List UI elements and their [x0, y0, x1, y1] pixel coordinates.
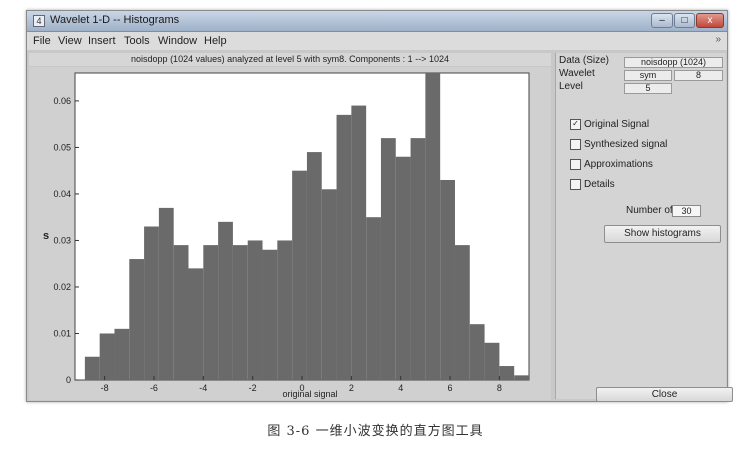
histogram-bar [218, 221, 233, 380]
close-window-button[interactable]: x [696, 13, 724, 28]
histogram-bar [484, 342, 500, 380]
wavelet-family-field[interactable]: sym [624, 70, 672, 81]
checkbox-approximations[interactable]: Approximations [570, 159, 653, 173]
show-histograms-button[interactable]: Show histograms [604, 225, 721, 243]
close-button[interactable]: Close [596, 387, 733, 402]
histogram-bar [351, 105, 367, 380]
title-bar[interactable]: 4 Wavelet 1-D -- Histograms – □ x [27, 11, 727, 32]
menu-insert[interactable]: Insert [88, 35, 116, 47]
histogram-bar [395, 156, 411, 380]
histogram-bar [306, 152, 322, 380]
histogram-chart: -8 -6 -4 -2 0 2 4 6 8 00.010.020.030.040.050.06 … [43, 72, 530, 393]
histogram-bar [84, 356, 100, 380]
histogram-bar [277, 240, 293, 380]
histogram-bar [188, 268, 204, 380]
histogram-bar [158, 207, 174, 380]
histogram-bar [173, 245, 189, 380]
menu-help[interactable]: Help [204, 35, 227, 47]
data-size-label: Data (Size) [559, 55, 610, 66]
x-tick-label: 8 [497, 383, 502, 393]
histogram-bar [514, 375, 529, 380]
figure-caption: 图 3-6 一维小波变换的直方图工具 [267, 424, 484, 439]
x-tick-label: -6 [150, 383, 158, 393]
wavelet-label: Wavelet [559, 68, 595, 79]
checkbox-approximations-label: Approximations [584, 159, 653, 170]
minimize-button[interactable]: – [651, 13, 673, 28]
window-title: Wavelet 1-D -- Histograms [50, 14, 180, 26]
y-tick-label: 0.04 [53, 189, 71, 199]
checkbox-original-signal-box[interactable]: ✓ [570, 119, 581, 130]
y-tick-label: 0.06 [53, 96, 71, 106]
menu-view[interactable]: View [58, 35, 82, 47]
checkbox-synthesized-signal[interactable]: Synthesized signal [570, 139, 667, 153]
menu-tools[interactable]: Tools [124, 35, 150, 47]
histogram-bar [336, 114, 352, 380]
histogram-bar [232, 245, 248, 380]
level-field[interactable]: 5 [624, 83, 672, 94]
histogram-bar [262, 249, 278, 380]
checkbox-synthesized-signal-box[interactable] [570, 139, 581, 150]
data-size-value: noisdopp (1024) [624, 57, 723, 68]
checkbox-details-box[interactable] [570, 179, 581, 190]
level-label: Level [559, 81, 583, 92]
x-tick-label: 6 [448, 383, 453, 393]
number-of-bins-input[interactable]: 30 [672, 205, 701, 217]
menu-overflow-icon[interactable]: » [715, 34, 721, 45]
histogram-bar [380, 138, 396, 380]
y-tick-label: 0.02 [53, 282, 71, 292]
histogram-bar [469, 324, 485, 380]
y-tick-label: 0.03 [53, 235, 71, 245]
histogram-bar [321, 189, 337, 380]
menu-window[interactable]: Window [158, 35, 197, 47]
menu-bar: File View Insert Tools Window Help » [27, 32, 727, 50]
checkbox-approximations-box[interactable] [570, 159, 581, 170]
histogram-plot: -8 -6 -4 -2 0 2 4 6 8 0 0.01 0.02 0.03 0.04 0.05 0.06 … [29, 67, 551, 400]
checkbox-synthesized-signal-label: Synthesized signal [584, 139, 668, 150]
x-tick-label: -4 [199, 383, 207, 393]
histogram-bar [410, 138, 426, 380]
histogram-bar [99, 333, 115, 380]
y-tick-label: 0 [66, 375, 71, 385]
checkbox-original-signal-label: Original Signal [584, 119, 650, 130]
histogram-bar [144, 226, 159, 380]
histogram-bar [292, 170, 307, 380]
number-of-bins-label: Number of [626, 205, 673, 216]
x-axis-label: original signal [282, 389, 338, 399]
analysis-info-header: noisdopp (1024 values) analyzed at level… [29, 53, 551, 66]
checkbox-details-label: Details [584, 179, 615, 190]
checkbox-details[interactable]: Details [570, 179, 615, 193]
control-panel: Data (Size) noisdopp (1024) Wavelet sym … [555, 53, 733, 402]
histogram-bar [366, 217, 381, 380]
histogram-bar [114, 328, 130, 380]
y-axis-label: s [43, 230, 49, 242]
wavelet-histogram-window: 4 Wavelet 1-D -- Histograms – □ x File V… [26, 10, 733, 402]
wavelet-order-field[interactable]: 8 [674, 70, 723, 81]
menu-file[interactable]: File [33, 35, 51, 47]
histogram-bar [129, 259, 145, 380]
histogram-bar [247, 240, 263, 380]
histogram-bar [454, 245, 470, 380]
histogram-bar [203, 245, 219, 380]
checkbox-original-signal[interactable]: ✓ Original Signal [570, 119, 649, 133]
x-tick-label: 4 [398, 383, 403, 393]
y-tick-label: 0.05 [53, 142, 71, 152]
histogram-bar [440, 179, 455, 380]
x-tick-label: -8 [101, 383, 109, 393]
y-tick-label: 0.01 [53, 328, 71, 338]
histogram-bar [425, 73, 441, 380]
histogram-bar [499, 366, 515, 380]
maximize-button[interactable]: □ [674, 13, 695, 28]
matlab-figure-icon: 4 [33, 15, 45, 27]
